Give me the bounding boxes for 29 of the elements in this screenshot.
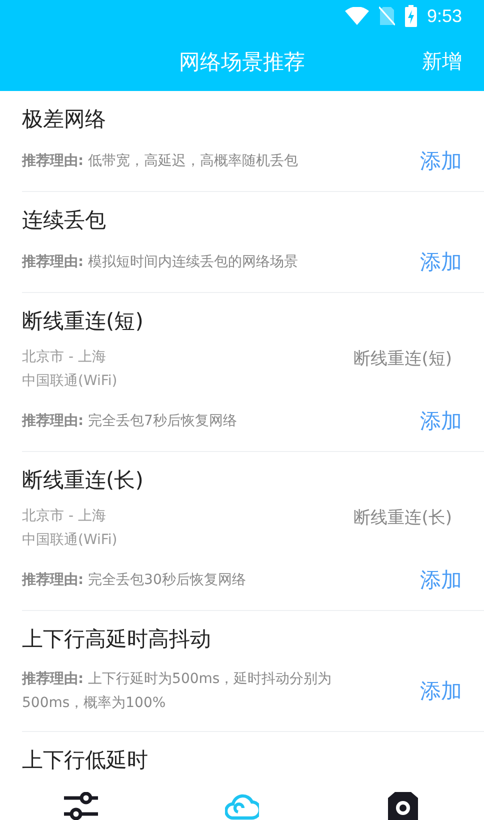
scenario-title: 连续丢包 bbox=[22, 207, 106, 234]
carrier-text: 中国联通(WiFi) bbox=[22, 372, 118, 391]
add-button[interactable]: 添加 bbox=[420, 248, 462, 276]
scenario-title: 断线重连(短) bbox=[22, 308, 144, 335]
scenario-title: 上下行低延时 bbox=[22, 747, 148, 774]
status-time: 9:53 bbox=[426, 6, 462, 26]
route-text: 北京市 - 上海 bbox=[22, 348, 107, 367]
recommend-reason: 推荐理由: 低带宽，高延迟，高概率随机丢包 bbox=[22, 152, 298, 171]
recommend-reason: 推荐理由: 模拟短时间内连续丢包的网络场景 bbox=[22, 253, 298, 272]
recommend-reason: 推荐理由: 完全丢包30秒后恢复网络 bbox=[22, 571, 246, 590]
battery-charging-icon bbox=[404, 5, 417, 27]
add-button[interactable]: 添加 bbox=[420, 566, 462, 594]
route-text: 北京市 - 上海 bbox=[22, 507, 107, 526]
wifi-icon bbox=[344, 7, 369, 25]
add-new-button[interactable]: 新增 bbox=[422, 48, 462, 75]
recommend-reason: 推荐理由: 完全丢包7秒后恢复网络 bbox=[22, 412, 237, 431]
page-title: 网络场景推荐 bbox=[179, 48, 305, 76]
cloud-icon bbox=[224, 792, 259, 820]
scenario-label: 断线重连(短) bbox=[354, 348, 452, 370]
no-sim-icon bbox=[378, 6, 395, 26]
scenario-title: 极差网络 bbox=[22, 106, 106, 133]
carrier-text: 中国联通(WiFi) bbox=[22, 531, 118, 550]
scenario-title: 断线重连(长) bbox=[22, 467, 144, 494]
add-button[interactable]: 添加 bbox=[420, 147, 462, 175]
scenario-label: 断线重连(长) bbox=[354, 507, 452, 529]
add-button[interactable]: 添加 bbox=[420, 677, 462, 705]
add-button[interactable]: 添加 bbox=[420, 407, 462, 435]
recommend-reason: 推荐理由: 上下行延时为500ms，延时抖动分别为500ms，概率为100% bbox=[22, 670, 333, 713]
scenario-title: 上下行高延时高抖动 bbox=[22, 626, 211, 653]
